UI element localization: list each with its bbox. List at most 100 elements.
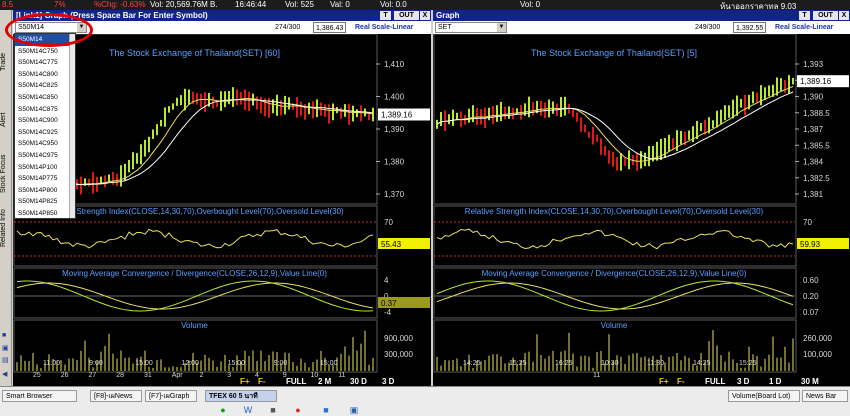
symbol-select[interactable]: S50M14 ▼ [15,22,87,33]
scroll-left-icon[interactable]: ◀ [2,370,10,378]
macd-tick-label: 0.07 [803,308,819,317]
symbol-select[interactable]: SET ▼ [435,22,507,33]
dropdown-item[interactable]: S50M14P850 [15,208,75,220]
volume-title: Volume [181,321,208,330]
smart-browser-button[interactable]: Smart Browser [2,390,77,402]
task-tfex[interactable]: TFEX 60 5 นาที [205,390,277,402]
dropdown-item[interactable]: S50M14P775 [15,173,75,185]
scale-mode-button[interactable]: Real Scale-Linear [773,22,833,33]
dropdown-item[interactable]: S50M14C750 [15,46,75,58]
volume-tick-label: 900,000 [384,334,413,343]
period-button[interactable]: 30 D [350,377,367,386]
price-chart-title: The Stock Exchange of Thailand(SET) [60] [109,48,280,58]
dropdown-item[interactable]: S50M14P100 [15,162,75,174]
chevron-down-icon[interactable]: ▼ [497,23,506,32]
dropdown-item[interactable]: S50M14P825 [15,196,75,208]
tab-alert[interactable]: Alert [0,98,12,142]
sidebar-square-icon[interactable]: ■ [2,332,10,340]
price-tick-label: 1,400 [384,93,405,102]
price-tick-label: 1,387 [803,125,824,134]
status-val: Val: 0 [330,0,350,9]
app-icon[interactable]: ▣ [346,404,362,416]
app-icon[interactable]: ■ [265,404,281,416]
type-button[interactable]: T [799,11,810,20]
zoom-out-button[interactable]: F- [258,377,266,386]
price-tick-label: 1,370 [384,190,405,199]
dropdown-item[interactable]: S50M14C875 [15,104,75,116]
period-button[interactable]: 2 M [318,377,332,386]
rsi-line [436,228,794,250]
period-button[interactable]: 30 M [801,377,819,386]
dropdown-item[interactable]: S50M14C975 [15,150,75,162]
right-chart-canvas[interactable]: The Stock Exchange of Thailand(SET) [5] R… [433,34,850,386]
market-status-strip: 8.5 7% %Chg: -0.63% Vol: 20,569.76M B. 1… [0,0,850,10]
zoom-in-button[interactable]: F+ [240,377,250,386]
dropdown-scrollbar[interactable] [69,34,75,218]
period-button[interactable]: FULL [286,377,307,386]
status-vol: Vol: 525 [285,0,314,9]
price-tick-label: 1,410 [384,60,405,69]
zoom-in-button[interactable]: F+ [659,377,669,386]
price-tick-label: 1,385.5 [803,141,830,150]
period-button[interactable]: 1 D [769,377,782,386]
time-label: 15:00 [135,360,153,367]
task-news[interactable]: [F8]-เผNews [90,390,142,402]
save-icon[interactable]: ▣ [2,344,10,352]
period-button[interactable]: 3 D [737,377,750,386]
symbol-dropdown-list[interactable]: S50M14 S50M14C750 S50M14C775 S50M14C800 S50M… [14,33,76,219]
macd-tick-label: 0.60 [803,276,819,285]
symbol-value: S50M14 [18,24,45,31]
close-button[interactable]: X [839,11,849,20]
volume-title: Volume [601,321,628,330]
time-label: 12:00 [181,360,199,367]
out-button[interactable]: OUT [394,11,419,20]
rsi-title: Relative Strength Index(CLOSE,14,30,70),… [465,207,764,216]
dropdown-item[interactable]: S50M14C800 [15,69,75,81]
time-label: 15:25 [739,360,757,367]
scale-mode-button[interactable]: Real Scale-Linear [353,22,413,33]
time-label: 16:25 [555,360,573,367]
chevron-down-icon[interactable]: ▼ [77,23,86,32]
time-label: 9:00 [89,360,103,367]
chrome-icon[interactable]: ● [290,404,306,416]
dropdown-item[interactable]: S50M14C925 [15,127,75,139]
price-tick-label: 1,388.5 [803,109,830,118]
out-button[interactable]: OUT [813,11,838,20]
task-news-bar[interactable]: News Bar [802,390,848,402]
word-app-icon[interactable]: W [240,404,256,416]
task-volume[interactable]: Volume(Board Lot) [728,390,800,402]
tab-related-info[interactable]: Related Info [0,206,12,250]
rsi-tick-label: 70 [803,218,812,227]
dropdown-item[interactable]: S50M14C850 [15,92,75,104]
dropdown-item[interactable]: S50M14C950 [15,138,75,150]
tab-stock-focus[interactable]: Stock Focus [0,152,12,196]
app-icon[interactable]: ■ [318,404,334,416]
period-button[interactable]: 3 D [382,377,395,386]
close-button[interactable]: X [420,11,430,20]
status-change: %Chg: -0.63% [94,0,146,9]
status-ticker: ห้นาออกราคาทล 9.03 [720,2,797,10]
type-button[interactable]: T [380,11,391,20]
price-tick-label: 1,390 [803,93,824,102]
dropdown-item[interactable]: S50M14P800 [15,185,75,197]
date-label: 25 [33,372,41,379]
moving-average-fast [436,85,794,162]
time-label: 10:30 [601,360,619,367]
macd-tick-label: -4 [384,308,392,317]
print-icon[interactable]: ▤ [2,356,10,364]
dropdown-item[interactable]: S50M14C900 [15,115,75,127]
current-value: 1,386.43 [313,22,347,33]
dropdown-item[interactable]: S50M14C775 [15,57,75,69]
symbol-value: SET [438,24,452,31]
line-app-icon[interactable]: ● [215,404,231,416]
tab-trade[interactable]: Trade [0,40,12,84]
task-graph[interactable]: [F7]-เผGraph [145,390,197,402]
macd-title: Moving Average Convergence / Divergence(… [62,269,327,278]
dropdown-item[interactable]: S50M14 [15,34,75,46]
zoom-out-button[interactable]: F- [677,377,685,386]
period-button[interactable]: FULL [705,377,726,386]
dropdown-item[interactable]: S50M14C825 [15,80,75,92]
status-vol: Vol: 0.0 [380,0,407,9]
price-chart-title: The Stock Exchange of Thailand(SET) [5] [531,48,697,58]
bar-count: 274/300 [275,24,301,31]
